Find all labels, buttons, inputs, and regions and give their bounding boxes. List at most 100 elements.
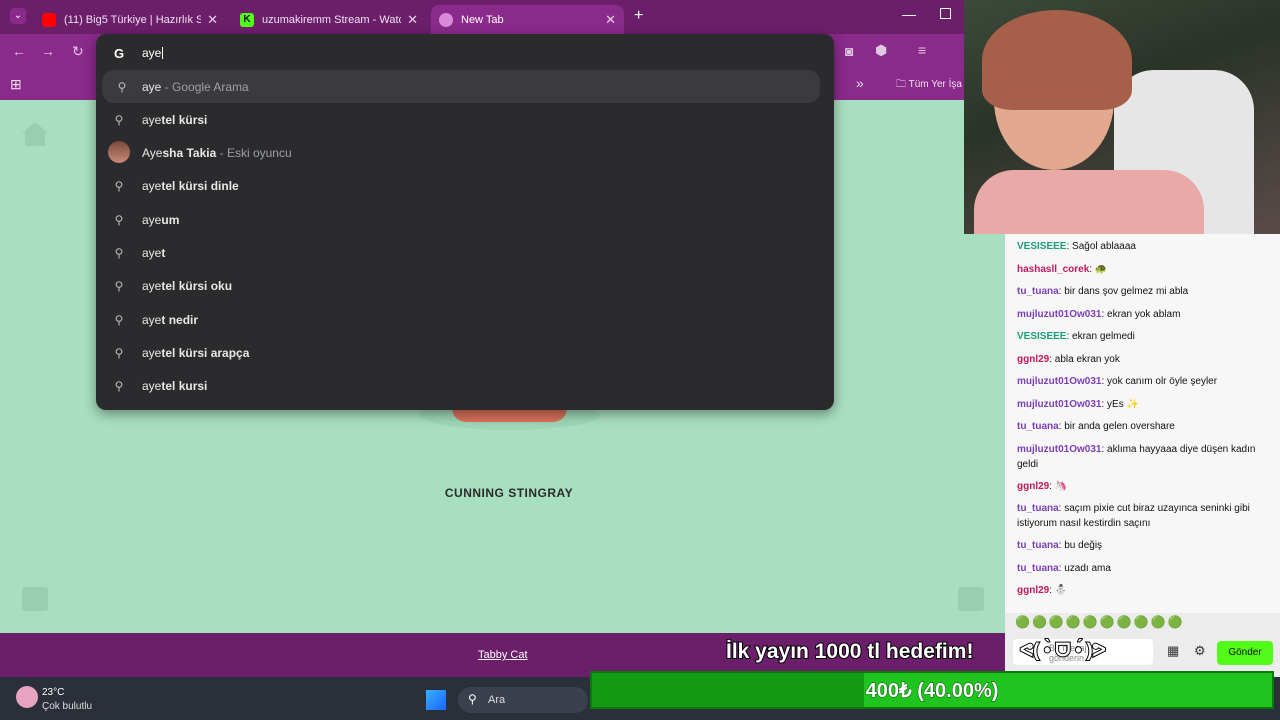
chat-username[interactable]: VESISEEE	[1017, 241, 1066, 252]
chat-username[interactable]: tu_tuana	[1017, 540, 1059, 551]
suggestion-item[interactable]: Aye sha Takia - Eski oyuncu	[96, 137, 834, 170]
chat-message: ggnl29: ⛄	[1017, 583, 1275, 598]
bookmark-overflow[interactable]: »	[856, 75, 864, 91]
search-icon: ⚲	[114, 312, 124, 327]
kick-icon: K	[240, 12, 254, 27]
tab-new-tab[interactable]: New Tab ✕	[431, 5, 624, 34]
gift-icon[interactable]	[958, 587, 984, 611]
youtube-icon	[42, 12, 56, 27]
all-bookmarks[interactable]: 🗀 Tüm Yer İşa	[896, 77, 962, 94]
chat-username[interactable]: hashasll_corek	[1017, 264, 1089, 275]
suggestion-item[interactable]: ⚲ aye tel kürsi oku	[96, 270, 834, 303]
chat-username[interactable]: mujluzut01Ow031	[1017, 444, 1101, 455]
suggestion-completion: sha Takia	[162, 146, 217, 161]
text-caret	[162, 47, 164, 59]
close-icon[interactable]: ✕	[207, 12, 218, 28]
chat-username[interactable]: mujluzut01Ow031	[1017, 309, 1101, 320]
shop-icon[interactable]	[22, 587, 48, 611]
suggestion-match: aye	[142, 179, 162, 194]
tab-search-button[interactable]: ⌄	[10, 8, 26, 24]
chat-username[interactable]: tu_tuana	[1017, 421, 1059, 432]
suggestion-item[interactable]: ⚲ aye t nedir	[96, 303, 834, 336]
reload-icon[interactable]: ↻	[72, 43, 84, 60]
omnibox[interactable]: G aye	[96, 34, 834, 72]
suggestion-match: aye	[142, 79, 162, 94]
maximize-button[interactable]	[940, 8, 951, 19]
extensions-icon[interactable]: ⬢	[875, 42, 887, 59]
page-title: CUNNING STINGRAY	[444, 486, 574, 500]
chat-text: Sağol ablaaaa	[1072, 241, 1136, 252]
suggestion-item[interactable]: ⚲ aye t	[96, 237, 834, 270]
chat-username[interactable]: mujluzut01Ow031	[1017, 399, 1101, 410]
suggestion-completion: tel kürsi dinle	[161, 179, 239, 194]
tab-youtube[interactable]: (11) Big5 Türkiye | Hazırlık Sezo ✕	[34, 5, 226, 34]
suggestion-match: aye	[142, 246, 162, 260]
chat-message: mujluzut01Ow031: aklıma hayyaaa diye düş…	[1017, 442, 1275, 472]
taskbar-search[interactable]: ⚲ Ara	[458, 687, 588, 713]
store-icon[interactable]: ▦	[1167, 643, 1179, 659]
chat-message: mujluzut01Ow031: yok canım olr öyle şeyl…	[1017, 374, 1275, 389]
weather-temp: 23°C	[42, 687, 65, 698]
search-icon: ⚲	[114, 212, 124, 227]
chat-message: tu_tuana: bir dans şov gelmez mi abla	[1017, 284, 1275, 299]
omnibox-input[interactable]: aye	[142, 46, 161, 60]
suggestion-match: aye	[142, 345, 162, 360]
minimize-button[interactable]: —	[902, 6, 916, 22]
suggestion-item[interactable]: ⚲ aye um	[96, 203, 834, 236]
avatar	[96, 140, 142, 166]
chat-message: tu_tuana: bir anda gelen overshare	[1017, 419, 1275, 434]
close-icon[interactable]: ✕	[605, 12, 616, 28]
all-bookmarks-label: Tüm Yer İşa	[908, 79, 962, 90]
screenshot-icon[interactable]: ◙	[845, 43, 853, 59]
weather-desc: Çok bulutlu	[42, 701, 93, 712]
suggestion-description: - Google Arama	[161, 79, 249, 94]
suggestion-item[interactable]: ⚲ aye - Google Arama	[102, 70, 820, 103]
chat-message: tu_tuana: saçım pixie cut biraz uzayınca…	[1017, 501, 1275, 531]
suggestion-completion: t	[161, 246, 166, 260]
suggestion-completion: tel kursi	[161, 379, 208, 394]
footer-link[interactable]: Tabby Cat	[478, 649, 528, 661]
apps-icon[interactable]: ⊞	[10, 76, 22, 93]
forward-icon[interactable]: →	[41, 43, 55, 59]
emote-bar[interactable]: 🟢🟢🟢🟢🟢🟢🟢🟢🟢🟢	[1015, 615, 1225, 633]
back-icon[interactable]: ←	[12, 43, 26, 59]
suggestion-match: aye	[142, 112, 162, 127]
send-button[interactable]: Gönder	[1217, 641, 1273, 665]
tab-kick[interactable]: K uzumakiremm Stream - Watch ✕	[232, 5, 426, 34]
chat-username[interactable]: mujluzut01Ow031	[1017, 376, 1101, 387]
windows-start-icon[interactable]	[426, 690, 446, 710]
webcam-overlay	[964, 0, 1280, 234]
search-icon: ⚲	[114, 112, 124, 127]
chat-username[interactable]: tu_tuana	[1017, 286, 1059, 297]
suggestion-item[interactable]: ⚲ aye tel kürsi arapça	[96, 336, 834, 369]
chat-text: ⛄	[1054, 585, 1068, 596]
new-tab-button[interactable]: +	[634, 7, 643, 25]
chat-username[interactable]: ggnl29	[1017, 585, 1049, 596]
donation-progress-label: 400₺ (40.00%)	[865, 680, 999, 703]
chat-username[interactable]: tu_tuana	[1017, 563, 1059, 574]
chrome-icon	[439, 12, 453, 27]
chat-username[interactable]: ggnl29	[1017, 354, 1049, 365]
omnibox-dropdown: G aye ⚲ aye - Google Arama ⚲ aye tel kürsi Ay…	[96, 34, 834, 410]
media-icon[interactable]: ≡	[918, 42, 926, 58]
gear-icon[interactable]: ⚙	[1194, 643, 1206, 659]
chat-message: tu_tuana: uzadı ama	[1017, 561, 1275, 576]
search-icon: ⚲	[117, 79, 127, 94]
chat-text: 🦄	[1054, 480, 1068, 492]
tab-strip: ⌄ (11) Big5 Türkiye | Hazırlık Sezo ✕ K …	[0, 0, 964, 34]
weather-icon	[16, 686, 38, 708]
search-icon: ⚲	[468, 692, 477, 706]
chat-text: bu değiş	[1064, 540, 1103, 551]
suggestion-completion: tel kürsi oku	[161, 279, 233, 294]
chat-username[interactable]: tu_tuana	[1017, 503, 1059, 514]
stream-chat: VESISEEE: Sağol ablaaaa hashasll_corek: 🐢…	[1005, 234, 1280, 634]
suggestion-item[interactable]: ⚲ aye tel kürsi	[96, 103, 834, 136]
close-icon[interactable]: ✕	[407, 12, 418, 28]
home-icon[interactable]	[22, 122, 48, 146]
suggestion-item[interactable]: ⚲ aye tel kürsi dinle	[96, 170, 834, 203]
suggestion-item[interactable]: ⚲ aye tel kursi	[96, 370, 834, 403]
suggestion-match: aye	[142, 379, 162, 394]
chat-username[interactable]: VESISEEE	[1017, 331, 1066, 342]
chat-text: yok canım olr öyle şeyler	[1107, 376, 1218, 387]
chat-username[interactable]: ggnl29	[1017, 481, 1049, 492]
